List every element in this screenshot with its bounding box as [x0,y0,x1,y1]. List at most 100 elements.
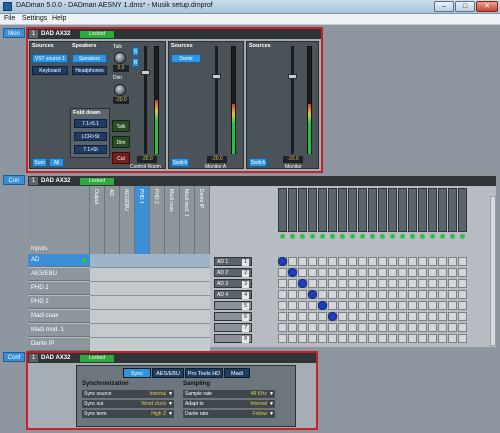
crosspoint-cell[interactable] [458,334,467,343]
crosspoint-cell[interactable] [278,323,287,332]
monitor-a-switch-button[interactable]: Switch [171,158,189,167]
crosspoint-cell[interactable] [338,268,347,277]
crosspoint-cell[interactable] [408,279,417,288]
output-column-header[interactable] [338,188,347,232]
crosspoint-cell[interactable] [448,279,457,288]
output-column-header[interactable] [438,188,447,232]
dante-rate-row[interactable]: Dante rate Follow ▼ [183,410,275,418]
crosspoint-cell[interactable] [418,334,427,343]
crosspoint-cell[interactable] [378,312,387,321]
cut-button[interactable]: Cut [112,152,130,164]
crosspoint-cell[interactable] [458,257,467,266]
route-connection-dot[interactable] [288,268,297,277]
crosspoint-cell[interactable] [348,323,357,332]
crosspoint-cell[interactable] [388,290,397,299]
route-connection-dot[interactable] [318,301,327,310]
crosspoint-cell[interactable] [328,257,337,266]
output-column-header[interactable] [288,188,297,232]
crosspoint-cell[interactable] [438,257,447,266]
crosspoint-cell[interactable] [438,268,447,277]
fold-71-51-button[interactable]: 7.1>5.1 [74,119,107,128]
all-button[interactable]: All [49,158,64,167]
crosspoint-cell[interactable] [358,257,367,266]
input-row[interactable]: Dante IP [28,338,90,351]
output-tag[interactable]: 6 [214,312,252,321]
crosspoint-cell[interactable] [408,312,417,321]
crosspoint-cell[interactable] [428,334,437,343]
input-column-header[interactable]: AD [105,186,120,254]
input-column-header[interactable]: Madi coax [165,186,180,254]
crosspoint-cell[interactable] [348,312,357,321]
crosspoint-cell[interactable] [328,334,337,343]
crosspoint-cell[interactable] [318,257,327,266]
crosspoint-cell[interactable] [288,312,297,321]
minimize-button[interactable]: – [434,1,454,12]
crosspoint-cell[interactable] [408,290,417,299]
crosspoint-cell[interactable] [278,279,287,288]
crosspoint-cell[interactable] [368,290,377,299]
crosspoint-cell[interactable] [418,268,427,277]
input-row[interactable]: Madi coax [28,310,90,323]
crosspoint-cell[interactable] [378,323,387,332]
route-connection-dot[interactable] [278,257,287,266]
tab-mon[interactable]: Mon [3,28,25,38]
output-column-header[interactable] [448,188,457,232]
crosspoint-cell[interactable] [348,279,357,288]
menu-settings[interactable]: Settings [22,15,47,22]
crosspoint-cell[interactable] [368,312,377,321]
source-keyboard-button[interactable]: Keyboard [32,66,68,75]
crosspoint-cell[interactable] [328,279,337,288]
crosspoint-cell[interactable] [338,301,347,310]
crosspoint-cell[interactable] [298,334,307,343]
crosspoint-cell[interactable] [388,268,397,277]
crosspoint-cell[interactable] [458,312,467,321]
crosspoint-cell[interactable] [378,301,387,310]
crosspoint-cell[interactable] [318,279,327,288]
input-column-header[interactable]: Madi mod. 1 [180,186,195,254]
tab-sync[interactable]: Sync [123,368,151,378]
crosspoint-cell[interactable] [458,323,467,332]
crosspoint-cell[interactable] [378,268,387,277]
crosspoint-cell[interactable] [308,257,317,266]
crosspoint-cell[interactable] [368,268,377,277]
crosspoint-cell[interactable] [288,323,297,332]
output-column-header[interactable] [368,188,377,232]
crosspoint-cell[interactable] [368,334,377,343]
crosspoint-cell[interactable] [408,268,417,277]
crosspoint-cell[interactable] [418,257,427,266]
input-column-header[interactable]: Dante IP [195,186,210,254]
input-row[interactable]: Madi mod. 1 [28,324,90,337]
crosspoint-cell[interactable] [448,257,457,266]
crosspoint-cell[interactable] [348,301,357,310]
input-row[interactable]: AES/EBU [28,268,90,281]
crosspoint-cell[interactable] [388,257,397,266]
crosspoint-cell[interactable] [358,290,367,299]
routing-scrollbar[interactable] [490,196,496,346]
output-tag[interactable]: AD 1 1 [214,257,252,266]
output-column-header[interactable] [358,188,367,232]
crosspoint-cell[interactable] [438,301,447,310]
crosspoint-cell[interactable] [458,279,467,288]
crosspoint-cell[interactable] [348,268,357,277]
crosspoint-cell[interactable] [298,268,307,277]
crosspoint-cell[interactable] [428,290,437,299]
crosspoint-cell[interactable] [408,323,417,332]
monitor-fader[interactable] [288,74,297,79]
output-tag[interactable]: AD 3 3 [214,279,252,288]
crosspoint-cell[interactable] [398,334,407,343]
dim-knob[interactable] [114,84,126,96]
crosspoint-cell[interactable] [278,334,287,343]
crosspoint-cell[interactable] [298,257,307,266]
crosspoint-cell[interactable] [448,290,457,299]
crosspoint-cell[interactable] [448,312,457,321]
crosspoint-cell[interactable] [438,279,447,288]
sync-out-row[interactable]: Sync out Word clock ▼ [82,400,174,408]
crosspoint-cell[interactable] [288,279,297,288]
crosspoint-cell[interactable] [308,279,317,288]
tab-aes-ebu[interactable]: AES/EBU [152,368,184,378]
crosspoint-cell[interactable] [388,334,397,343]
crosspoint-cell[interactable] [278,312,287,321]
crosspoint-cell[interactable] [438,334,447,343]
output-tag[interactable]: 5 [214,301,252,310]
output-tag[interactable]: 7 [214,323,252,332]
